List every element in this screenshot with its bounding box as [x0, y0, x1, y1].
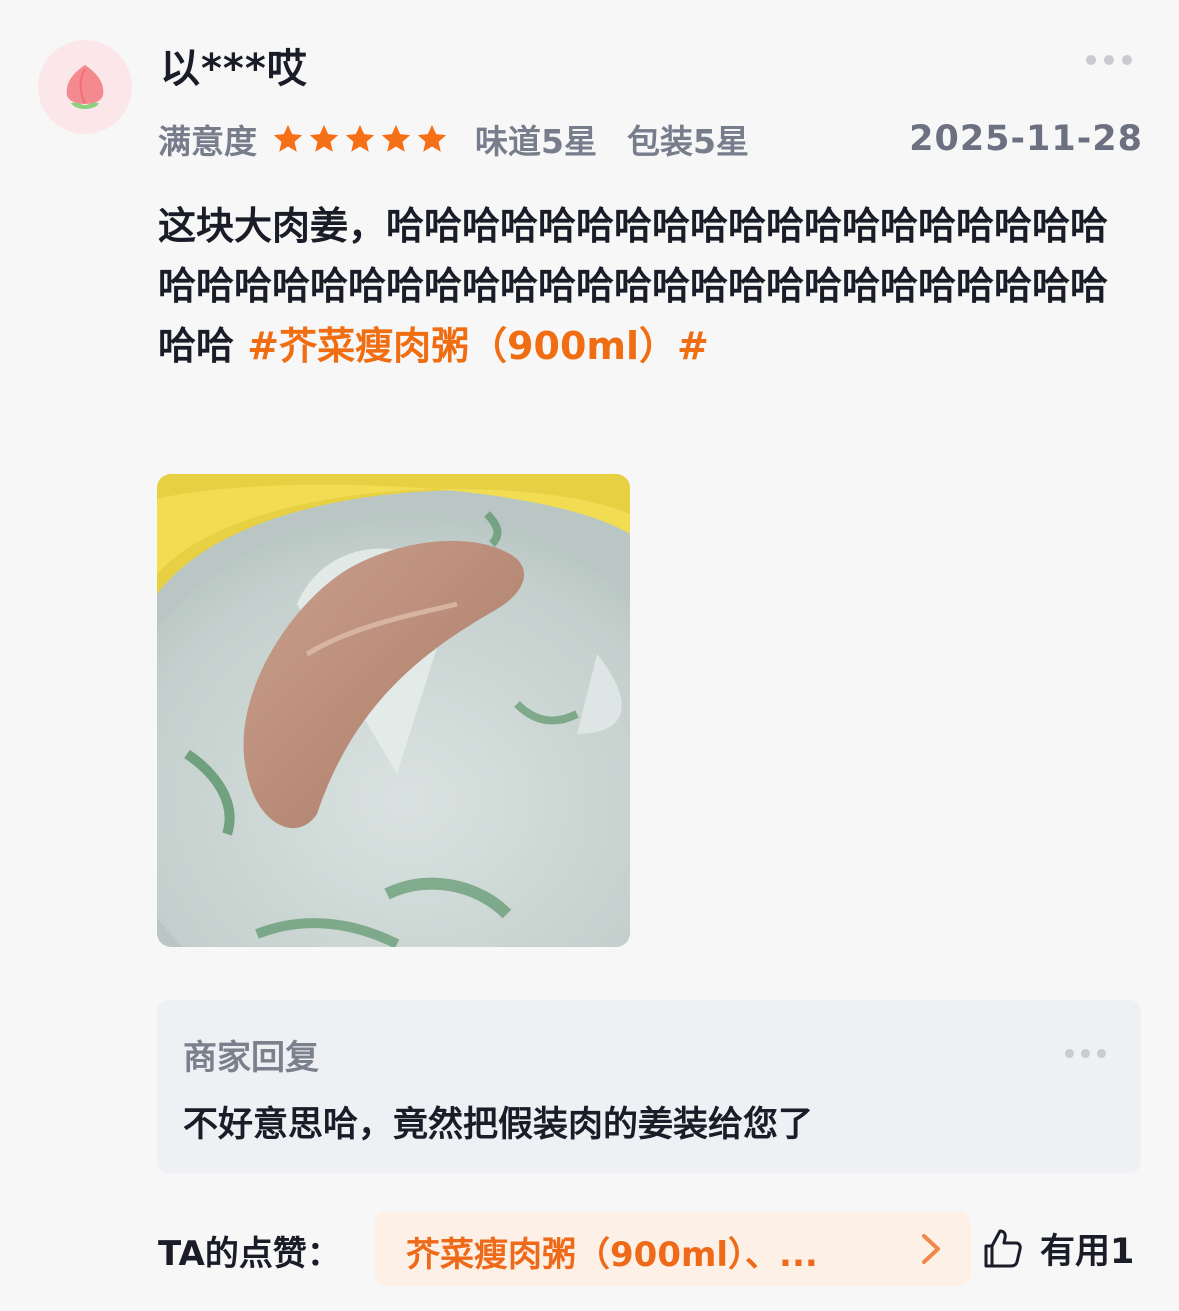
more-dot-icon: [1081, 1048, 1090, 1058]
useful-text: 有用: [1040, 1231, 1111, 1272]
rating-row: 满意度 味道5星 包装5星 2025-11-28: [158, 116, 1143, 162]
more-dot-icon: [1122, 55, 1132, 65]
likes-label: TA的点赞：: [158, 1234, 341, 1274]
more-dot-icon: [1065, 1048, 1074, 1058]
more-dot-icon: [1097, 1048, 1106, 1058]
review-date: 2025-11-28: [909, 119, 1143, 159]
star-icon: [417, 124, 447, 152]
avatar[interactable]: [38, 40, 132, 134]
star-rating: [271, 122, 449, 156]
review-text: 这块大肉姜，哈哈哈哈哈哈哈哈哈哈哈哈哈哈哈哈哈哈哈哈哈哈哈哈哈哈哈哈哈哈哈哈哈哈…: [158, 196, 1138, 376]
merchant-reply: 商家回复 不好意思哈，竟然把假装肉的姜装给您了: [157, 1000, 1141, 1173]
thumbs-up-icon: [984, 1229, 1022, 1268]
reply-more-button[interactable]: [1065, 1046, 1113, 1060]
liked-items-chip[interactable]: 芥菜瘦肉粥（900ml）、...: [374, 1212, 971, 1286]
useful-count: 1: [1110, 1231, 1135, 1272]
star-icon: [273, 124, 303, 152]
star-icon: [345, 124, 375, 152]
merchant-reply-text: 不好意思哈，竟然把假装肉的姜装给您了: [183, 1105, 814, 1145]
merchant-reply-title: 商家回复: [183, 1038, 319, 1078]
satisfaction-label: 满意度: [158, 122, 257, 161]
more-dot-icon: [1086, 55, 1096, 65]
porridge-photo: [157, 474, 630, 947]
useful-button[interactable]: 有用1: [980, 1222, 1134, 1274]
chevron-right-icon: [922, 1234, 940, 1264]
useful-label: 有用1: [1040, 1223, 1134, 1274]
packaging-rating: 包装5星: [626, 122, 749, 161]
star-icon: [309, 124, 339, 152]
product-tag-link[interactable]: #芥菜瘦肉粥（900ml）#: [247, 324, 709, 368]
star-icon: [381, 124, 411, 152]
liked-items-text: 芥菜瘦肉粥（900ml）、...: [406, 1235, 818, 1275]
taste-rating: 味道5星: [475, 122, 597, 161]
review-photo[interactable]: [157, 474, 630, 947]
peach-icon: [66, 65, 104, 109]
username: 以***哎: [160, 46, 308, 92]
more-dot-icon: [1104, 55, 1114, 65]
more-options-button[interactable]: [1086, 52, 1140, 68]
